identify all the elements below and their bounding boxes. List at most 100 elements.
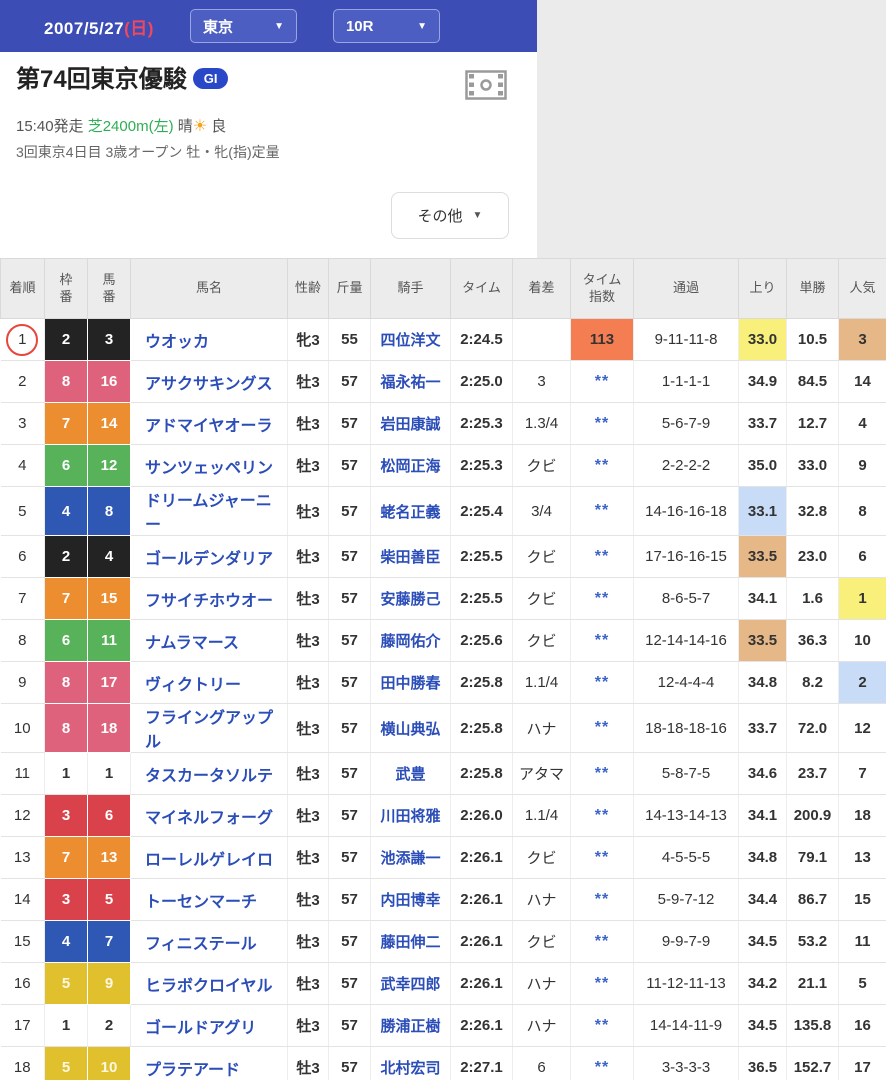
cell-jockey[interactable]: 柴田善臣 [371,536,451,578]
cell-index: ** [571,704,634,753]
cell-jockey[interactable]: 武豊 [371,753,451,795]
cell-odds: 200.9 [787,795,839,837]
cell-horse[interactable]: ローレルゲレイロ [131,837,288,879]
cell-sexage: 牡3 [288,963,329,1005]
cell-odds: 79.1 [787,837,839,879]
course-distance: 芝2400m(左) [88,118,174,135]
cell-horse[interactable]: ナムラマース [131,620,288,662]
cell-umaban: 17 [88,662,131,704]
cell-index: ** [571,361,634,403]
cell-jockey[interactable]: 藤田伸二 [371,921,451,963]
table-row: 1547フィニステール牡357藤田伸二2:26.1クビ**9-9-7-934.5… [1,921,886,963]
cell-horse[interactable]: サンツェッペリン [131,445,288,487]
cell-jockey[interactable]: 田中勝春 [371,662,451,704]
cell-umaban: 6 [88,795,131,837]
cell-agari: 33.5 [739,536,787,578]
cell-waku: 4 [45,921,88,963]
cell-horse[interactable]: ドリームジャーニー [131,487,288,536]
cell-time: 2:26.1 [451,963,513,1005]
race-number-select-dropdown[interactable]: 10R ▼ [333,9,440,43]
cell-rank: 5 [1,487,45,536]
cell-horse[interactable]: ヒラボクロイヤル [131,963,288,1005]
cell-time: 2:25.3 [451,445,513,487]
cell-margin: 1.3/4 [513,403,571,445]
table-row: 10818フライングアップル牡357横山典弘2:25.8ハナ**18-18-18… [1,704,886,753]
sun-icon: ☀ [193,118,207,135]
cell-pop: 1 [839,578,886,620]
cell-margin: ハナ [513,879,571,921]
cell-horse[interactable]: フィニステール [131,921,288,963]
cell-horse[interactable]: トーセンマーチ [131,879,288,921]
cell-umaban: 12 [88,445,131,487]
race-video-icon[interactable] [465,70,507,105]
track-select-dropdown[interactable]: 東京 ▼ [190,9,297,43]
cell-time: 2:26.0 [451,795,513,837]
cell-passing: 11-12-11-13 [634,963,739,1005]
cell-waku: 1 [45,753,88,795]
cell-pop: 10 [839,620,886,662]
table-row: 7715フサイチホウオー牡357安藤勝己2:25.5クビ**8-6-5-734.… [1,578,886,620]
cell-jockey[interactable]: 松岡正海 [371,445,451,487]
cell-jockey[interactable]: 内田博幸 [371,879,451,921]
cell-weight: 57 [329,487,371,536]
cell-jockey[interactable]: 藤岡佑介 [371,620,451,662]
cell-horse[interactable]: マイネルフォーグ [131,795,288,837]
cell-rank: 7 [1,578,45,620]
cell-rank: 4 [1,445,45,487]
cell-jockey[interactable]: 勝浦正樹 [371,1005,451,1047]
cell-odds: 53.2 [787,921,839,963]
cell-jockey[interactable]: 川田将雅 [371,795,451,837]
cell-margin: 3 [513,361,571,403]
table-row: 1236マイネルフォーグ牡357川田将雅2:26.01.1/4**14-13-1… [1,795,886,837]
cell-horse[interactable]: フライングアップル [131,704,288,753]
cell-pop: 7 [839,753,886,795]
cell-jockey[interactable]: 岩田康誠 [371,403,451,445]
cell-agari: 33.1 [739,487,787,536]
cell-weight: 57 [329,403,371,445]
cell-margin: 1.1/4 [513,662,571,704]
cell-pop: 18 [839,795,886,837]
cell-sexage: 牡3 [288,879,329,921]
cell-jockey[interactable]: 池添謙一 [371,837,451,879]
cell-jockey[interactable]: 横山典弘 [371,704,451,753]
meeting-info-line: 3回東京4日目 3歳オープン 牡・牝(指)定量 [16,142,521,162]
column-header-horse: 馬名 [131,259,288,319]
cell-umaban: 1 [88,753,131,795]
cell-jockey[interactable]: 北村宏司 [371,1047,451,1080]
cell-jockey[interactable]: 安藤勝己 [371,578,451,620]
cell-rank: 3 [1,403,45,445]
column-header-waku: 枠 番 [45,259,88,319]
cell-weight: 57 [329,361,371,403]
cell-jockey[interactable]: 蛯名正義 [371,487,451,536]
cell-sexage: 牡3 [288,921,329,963]
cell-sexage: 牡3 [288,403,329,445]
cell-jockey[interactable]: 四位洋文 [371,319,451,361]
cell-horse[interactable]: ゴールデンダリア [131,536,288,578]
cell-sexage: 牡3 [288,578,329,620]
cell-horse[interactable]: タスカータソルテ [131,753,288,795]
cell-horse[interactable]: アサクサキングス [131,361,288,403]
cell-weight: 57 [329,1047,371,1080]
cell-odds: 72.0 [787,704,839,753]
other-menu-dropdown[interactable]: その他 ▼ [391,192,509,239]
cell-passing: 14-16-16-18 [634,487,739,536]
cell-horse[interactable]: プラテアード [131,1047,288,1080]
cell-horse[interactable]: ゴールドアグリ [131,1005,288,1047]
cell-horse[interactable]: ウオッカ [131,319,288,361]
cell-time: 2:26.1 [451,1005,513,1047]
cell-margin: 3/4 [513,487,571,536]
cell-horse[interactable]: ヴィクトリー [131,662,288,704]
cell-umaban: 11 [88,620,131,662]
cell-jockey[interactable]: 福永祐一 [371,361,451,403]
cell-margin [513,319,571,361]
weather-text: 晴 [178,118,193,135]
cell-passing: 5-9-7-12 [634,879,739,921]
cell-horse[interactable]: フサイチホウオー [131,578,288,620]
cell-index: ** [571,578,634,620]
cell-time: 2:25.6 [451,620,513,662]
cell-pop: 2 [839,662,886,704]
cell-weight: 57 [329,963,371,1005]
column-header-passing: 通過 [634,259,739,319]
cell-horse[interactable]: アドマイヤオーラ [131,403,288,445]
cell-jockey[interactable]: 武幸四郎 [371,963,451,1005]
